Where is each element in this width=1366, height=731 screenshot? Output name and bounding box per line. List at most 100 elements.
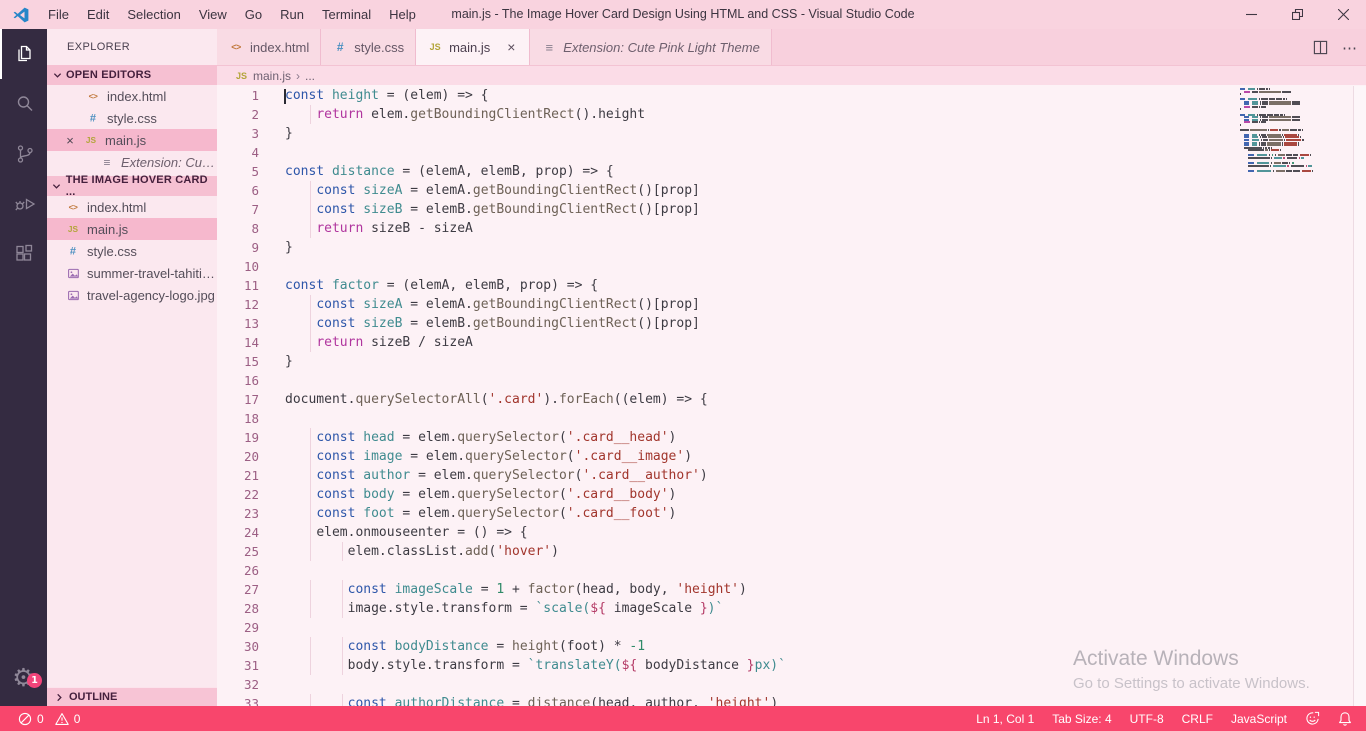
menu-terminal[interactable]: Terminal [313, 0, 380, 29]
more-actions-icon[interactable]: ⋯ [1342, 39, 1358, 57]
watermark-subtitle: Go to Settings to activate Windows. [1073, 675, 1310, 692]
minimap-line [1240, 108, 1242, 111]
breadcrumb-symbol[interactable]: ... [305, 69, 315, 83]
line-number: 12 [243, 297, 259, 312]
menu-file[interactable]: File [39, 0, 78, 29]
status-tab-size[interactable]: Tab Size: 4 [1052, 712, 1111, 726]
sidebar-item-run-debug[interactable] [0, 179, 47, 229]
list-item-index-html[interactable]: <> index.html [47, 85, 217, 107]
menu-go[interactable]: Go [236, 0, 271, 29]
folder-header[interactable]: THE IMAGE HOVER CARD ... [47, 174, 217, 198]
notifications-bell-icon[interactable] [1338, 711, 1352, 726]
code-editor[interactable]: 1 const height = (elem) => {2 return elem.… [217, 86, 1366, 706]
breadcrumb-separator-icon: › [296, 68, 301, 83]
scrollbar-track[interactable] [1353, 86, 1366, 706]
image-file-icon [66, 267, 81, 279]
list-item-travel-agency-logo-jpg[interactable]: travel-agency-logo.jpg [47, 284, 217, 306]
outline-header[interactable]: OUTLINE [47, 687, 217, 706]
restore-icon[interactable] [1274, 0, 1320, 29]
list-item-main-js[interactable]: JS main.js [47, 218, 217, 240]
main-area: ⚙ 1 EXPLORER OPEN EDITORS <> index.html # s… [0, 29, 1366, 706]
file-label: style.css [107, 110, 157, 126]
problems-status[interactable]: 0 0 [10, 712, 86, 726]
list-item-summer-travel-tahiti-j[interactable]: summer-travel-tahiti.j... [47, 262, 217, 284]
breadcrumb-file[interactable]: main.js [253, 69, 291, 83]
list-item-index-html[interactable]: <> index.html [47, 196, 217, 218]
menu-selection[interactable]: Selection [118, 0, 189, 29]
css-file-icon: # [69, 244, 77, 258]
extensions-icon [13, 242, 37, 266]
list-item-style-css[interactable]: # style.css [47, 240, 217, 262]
line-number: 8 [251, 221, 259, 236]
tab-style-css[interactable]: # style.css [321, 29, 417, 65]
list-item-main-js[interactable]: × JS main.js [47, 129, 217, 151]
editor-actions: ⋯ [1313, 29, 1358, 66]
feedback-smiley-icon[interactable] [1305, 711, 1320, 726]
status-encoding[interactable]: UTF-8 [1130, 712, 1164, 726]
file-label: main.js [87, 221, 129, 237]
error-icon [18, 712, 32, 726]
tab-main-js[interactable]: JS main.js × [416, 29, 531, 65]
code-line-22: 22 const body = elem.querySelector('.card… [217, 485, 1366, 504]
split-editor-icon[interactable] [1313, 40, 1328, 55]
indent-guide [310, 599, 312, 618]
indent-guide [310, 447, 312, 466]
code-line-4: 4 [217, 143, 1366, 162]
minimize-icon[interactable] [1228, 0, 1274, 29]
file-label: Extension: Cute Pi... [121, 154, 217, 170]
js-file-icon: JS [235, 70, 247, 81]
status-language-mode[interactable]: JavaScript [1231, 712, 1287, 726]
tab-extension-theme[interactable]: ≡ Extension: Cute Pink Light Theme [530, 29, 772, 65]
indent-guide [310, 637, 312, 656]
files-icon [13, 42, 37, 66]
chevron-down-icon [51, 69, 63, 81]
code-line-14: 14 return sizeB / sizeA [217, 333, 1366, 352]
code-line-10: 10 [217, 257, 1366, 276]
minimap-line [1248, 149, 1281, 152]
code-line-19: 19 const head = elem.querySelector('.card… [217, 428, 1366, 447]
line-number: 2 [251, 107, 259, 122]
js-file-icon: JS [429, 42, 441, 52]
code-line-15: 15} [217, 352, 1366, 371]
tab-close-icon[interactable]: × [504, 39, 518, 55]
minimap-line [1244, 90, 1292, 93]
line-number: 23 [243, 506, 259, 521]
status-eol[interactable]: CRLF [1182, 712, 1213, 726]
indent-guide [310, 542, 312, 561]
close-icon[interactable]: × [63, 133, 77, 148]
tab-index-html[interactable]: <> index.html [217, 29, 322, 65]
menu-edit[interactable]: Edit [78, 0, 118, 29]
line-number: 16 [243, 373, 259, 388]
line-number: 32 [243, 677, 259, 692]
line-number: 13 [243, 316, 259, 331]
close-icon[interactable] [1320, 0, 1366, 29]
code-line-17: 17 document.querySelectorAll('.card').for… [217, 390, 1366, 409]
code-line-13: 13 const sizeB = elemB.getBoundingClientR… [217, 314, 1366, 333]
minimap-line [1248, 164, 1313, 167]
line-number: 14 [243, 335, 259, 350]
line-number: 31 [243, 658, 259, 673]
settings-gear-button[interactable]: ⚙ 1 [0, 660, 47, 694]
list-item-extension-cute-pi[interactable]: ≡ Extension: Cute Pi... [47, 151, 217, 173]
indent-guide [310, 200, 312, 219]
menu-run[interactable]: Run [271, 0, 313, 29]
open-editors-header[interactable]: OPEN EDITORS [47, 65, 217, 85]
file-label: travel-agency-logo.jpg [87, 287, 215, 303]
sidebar-item-explorer[interactable] [0, 29, 47, 79]
breadcrumb[interactable]: JS main.js › ... [217, 66, 1366, 85]
list-item-style-css[interactable]: # style.css [47, 107, 217, 129]
minimap[interactable] [1238, 88, 1313, 188]
warning-icon [54, 712, 69, 726]
sidebar-item-extensions[interactable] [0, 229, 47, 279]
minimap-line [1240, 123, 1242, 126]
menu-help[interactable]: Help [380, 0, 425, 29]
status-right: Ln 1, Col 1 Tab Size: 4 UTF-8 CRLF JavaScrip… [976, 711, 1356, 726]
html-file-icon: <> [68, 202, 78, 212]
menu-view[interactable]: View [190, 0, 236, 29]
sidebar-item-source-control[interactable] [0, 129, 47, 179]
sidebar-item-search[interactable] [0, 79, 47, 129]
indent-guide [310, 466, 312, 485]
status-cursor-position[interactable]: Ln 1, Col 1 [976, 712, 1034, 726]
line-number: 19 [243, 430, 259, 445]
line-number: 5 [251, 164, 259, 179]
